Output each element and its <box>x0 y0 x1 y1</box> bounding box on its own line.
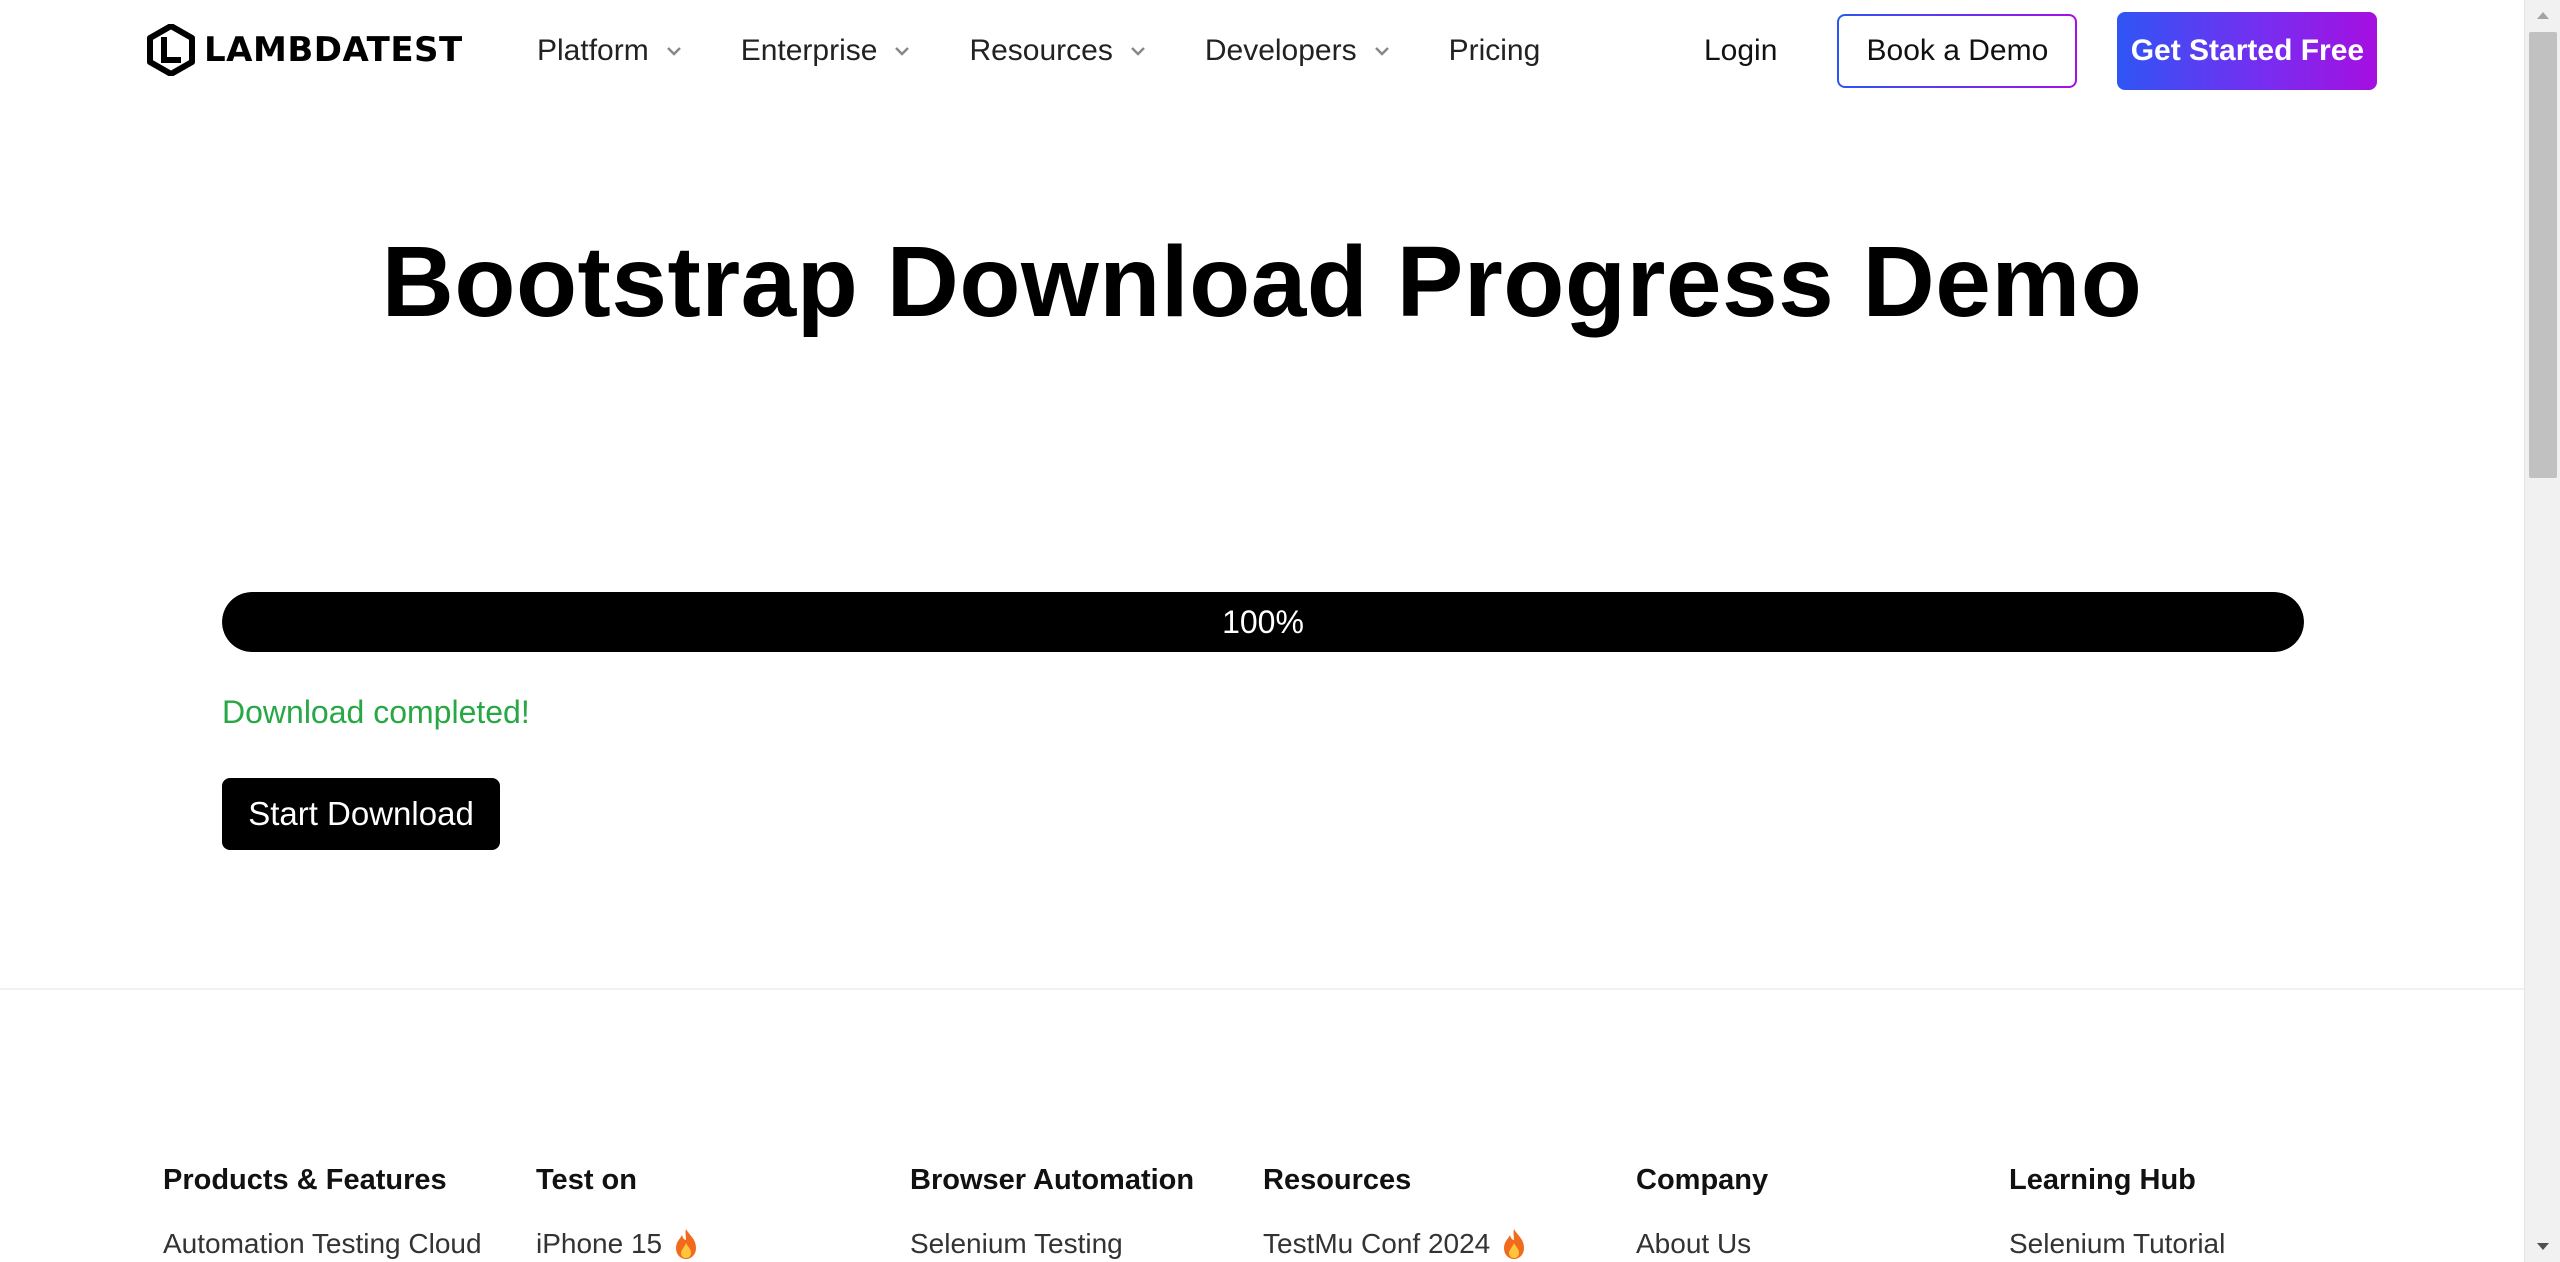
chevron-down-icon <box>1130 47 1145 56</box>
footer-heading: Resources <box>1263 1164 1412 1196</box>
footer-column-company: Company About Us <box>1636 1160 1768 1262</box>
top-navbar: LAMBDATEST Platform Enterprise Resources… <box>0 0 2524 104</box>
footer-column-browser-automation: Browser Automation Selenium Testing <box>910 1160 1194 1262</box>
main-nav: Platform Enterprise Resources Developers… <box>537 30 1598 72</box>
page: LAMBDATEST Platform Enterprise Resources… <box>0 0 2524 1262</box>
footer-column-products: Products & Features Automation Testing C… <box>163 1160 482 1262</box>
footer-column-resources: Resources TestMu Conf 2024 <box>1263 1160 1528 1262</box>
lambdatest-logo-icon <box>147 24 195 76</box>
nav-item-label: Developers <box>1204 34 1357 67</box>
footer-heading: Company <box>1636 1164 1769 1196</box>
page-title: Bootstrap Download Progress Demo <box>381 226 2143 338</box>
footer-heading: Test on <box>536 1164 637 1196</box>
footer-link[interactable]: About Us <box>1636 1224 1768 1262</box>
nav-item-label: Pricing <box>1448 34 1541 67</box>
footer-heading: Learning Hub <box>2009 1164 2196 1196</box>
brand-logo[interactable]: LAMBDATEST <box>146 24 463 76</box>
start-download-button[interactable]: Start Download <box>222 778 500 850</box>
nav-item-label: Resources <box>969 34 1113 67</box>
nav-item-label: Enterprise <box>740 34 878 67</box>
chevron-down-icon <box>1374 47 1389 56</box>
footer-heading: Products & Features <box>163 1164 447 1196</box>
vertical-scrollbar[interactable] <box>2524 0 2560 1262</box>
nav-actions: Login Book a Demo Get Started Free <box>1704 12 2378 90</box>
footer-link-label: Selenium Testing <box>910 1228 1123 1259</box>
footer-column-learning-hub: Learning Hub Selenium Tutorial <box>2009 1160 2225 1262</box>
nav-item-developers[interactable]: Developers <box>1205 34 1391 68</box>
nav-item-enterprise[interactable]: Enterprise <box>741 34 912 68</box>
nav-item-platform[interactable]: Platform <box>537 34 683 68</box>
footer-link[interactable]: iPhone 15 <box>536 1224 700 1262</box>
scrollbar-thumb[interactable] <box>2529 32 2557 478</box>
download-status-text: Download completed! <box>222 694 530 730</box>
get-started-free-button[interactable]: Get Started Free <box>2117 12 2378 90</box>
arrow-up-icon[interactable] <box>2525 0 2560 30</box>
footer-link-label: TestMu Conf 2024 <box>1263 1228 1491 1259</box>
footer-column-test-on: Test on iPhone 15 <box>536 1160 700 1262</box>
nav-item-pricing[interactable]: Pricing <box>1449 34 1541 68</box>
progress-percent-label: 100% <box>1222 603 1304 640</box>
footer-link-label: iPhone 15 <box>536 1228 663 1259</box>
footer-heading: Browser Automation <box>910 1164 1195 1196</box>
flame-icon <box>676 1229 697 1259</box>
brand-name: LAMBDATEST <box>204 30 463 70</box>
footer-link-label: Automation Testing Cloud <box>163 1228 482 1259</box>
footer-link-label: About Us <box>1636 1228 1752 1259</box>
arrow-down-icon[interactable] <box>2525 1232 2560 1262</box>
login-link[interactable]: Login <box>1704 34 1777 68</box>
chevron-down-icon <box>666 47 681 56</box>
footer-link-label: Selenium Tutorial <box>2009 1228 2226 1259</box>
download-progress-bar: 100% <box>222 592 2304 652</box>
footer-link[interactable]: Selenium Tutorial <box>2009 1224 2225 1262</box>
book-demo-button[interactable]: Book a Demo <box>1837 14 2077 88</box>
footer-divider <box>0 988 2524 990</box>
footer-link[interactable]: Selenium Testing <box>910 1224 1194 1262</box>
footer-link[interactable]: Automation Testing Cloud <box>163 1224 482 1262</box>
progress-fill: 100% <box>222 592 2304 652</box>
flame-icon <box>1504 1229 1525 1259</box>
chevron-down-icon <box>895 47 910 56</box>
nav-item-resources[interactable]: Resources <box>969 34 1146 68</box>
footer-link[interactable]: TestMu Conf 2024 <box>1263 1224 1528 1262</box>
nav-item-label: Platform <box>537 34 649 67</box>
